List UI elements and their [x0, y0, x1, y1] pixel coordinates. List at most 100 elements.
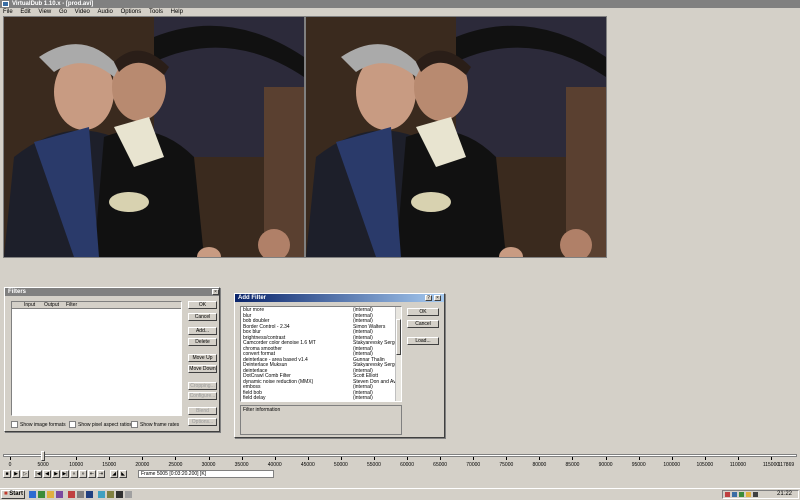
- taskbar-app-icon[interactable]: [77, 491, 84, 498]
- filter-catalog-row[interactable]: field delay (internal): [243, 395, 399, 401]
- ok-button[interactable]: OK: [407, 308, 439, 316]
- show-pixel-aspect-label: Show pixel aspect ratios: [78, 421, 132, 428]
- start-button[interactable]: ■ Start: [1, 490, 25, 499]
- timeline-tick: [373, 457, 375, 460]
- timeline-tick-label: 10000: [69, 462, 84, 468]
- window-title-bar: VirtualDub 1.10.x - [prod.avi]: [0, 0, 800, 8]
- timeline-tick: [407, 457, 409, 460]
- go-end-button[interactable]: ▶|: [61, 470, 69, 478]
- quicklaunch-folder-icon[interactable]: [47, 491, 54, 498]
- menu-help[interactable]: Help: [168, 8, 186, 16]
- mark-out-button[interactable]: ◣: [119, 470, 127, 478]
- tray-icon[interactable]: [739, 492, 744, 497]
- list-scrollbar[interactable]: [395, 307, 401, 401]
- ok-button[interactable]: OK: [188, 301, 217, 309]
- move-down-button[interactable]: Move Down: [188, 365, 217, 373]
- cancel-button[interactable]: Cancel: [407, 320, 439, 328]
- timeline-tick-label: 85000: [565, 462, 580, 468]
- menu-go[interactable]: Go: [56, 8, 70, 16]
- next-key-button[interactable]: »: [79, 470, 87, 478]
- timeline-end-label: 117869: [777, 462, 795, 468]
- show-pixel-aspect-checkbox[interactable]: Show pixel aspect ratios: [69, 421, 132, 428]
- timeline-tick: [175, 457, 177, 460]
- taskbar-app-icon[interactable]: [125, 491, 132, 498]
- add-filter-dialog: Add Filter ? × blur more (internal) blur (i…: [234, 293, 445, 438]
- menu-file[interactable]: File: [0, 8, 16, 16]
- timeline-tick-label: 40000: [267, 462, 282, 468]
- menu-options[interactable]: Options: [118, 8, 145, 16]
- timeline-track[interactable]: [3, 454, 797, 457]
- taskbar-app-icon[interactable]: [86, 491, 93, 498]
- timeline-thumb[interactable]: [41, 451, 46, 461]
- timeline-tick: [340, 457, 342, 460]
- play-input-button[interactable]: ▶: [12, 470, 20, 478]
- tray-icon[interactable]: [746, 492, 751, 497]
- prev-key-button[interactable]: «: [70, 470, 78, 478]
- menu-audio[interactable]: Audio: [95, 8, 116, 16]
- go-start-button[interactable]: |◀: [34, 470, 42, 478]
- menu-tools[interactable]: Tools: [146, 8, 166, 16]
- next-frame-button[interactable]: ▶: [52, 470, 60, 478]
- timeline-tick: [241, 457, 243, 460]
- checkbox-box: [69, 421, 76, 428]
- cancel-button[interactable]: Cancel: [188, 313, 217, 321]
- column-output[interactable]: Output: [44, 302, 59, 309]
- delete-button[interactable]: Delete: [188, 338, 217, 346]
- timeline-tick-label: 30000: [201, 462, 216, 468]
- timeline-tick-label: 90000: [598, 462, 613, 468]
- menu-video[interactable]: Video: [72, 8, 93, 16]
- filter-information-label: Filter information: [243, 407, 281, 413]
- taskbar-app-icon[interactable]: [68, 491, 75, 498]
- timeline-tick: [473, 457, 475, 460]
- prev-frame-button[interactable]: ◀: [43, 470, 51, 478]
- timeline-tick-label: 15000: [102, 462, 117, 468]
- menu-edit[interactable]: Edit: [17, 8, 33, 16]
- next-scene-button[interactable]: ⇥: [97, 470, 105, 478]
- filter-information-group: Filter information: [240, 405, 402, 435]
- blend-button[interactable]: Blend: [188, 407, 217, 415]
- taskbar-app-icon[interactable]: [98, 491, 105, 498]
- prev-scene-button[interactable]: ⇤: [88, 470, 96, 478]
- volume-icon[interactable]: [753, 492, 758, 497]
- tray-icon[interactable]: [725, 492, 730, 497]
- show-frame-rates-checkbox[interactable]: Show frame rates: [131, 421, 179, 428]
- taskbar-app-icon[interactable]: [116, 491, 123, 498]
- help-icon[interactable]: ?: [425, 295, 432, 301]
- checkbox-box: [11, 421, 18, 428]
- tray-icon[interactable]: [732, 492, 737, 497]
- quicklaunch-media-icon[interactable]: [56, 491, 63, 498]
- cropping-button[interactable]: Cropping...: [188, 382, 217, 390]
- options-button[interactable]: Options...: [188, 418, 217, 426]
- timeline-tick: [76, 457, 78, 460]
- timeline-tick-label: 65000: [433, 462, 448, 468]
- quicklaunch-desktop-icon[interactable]: [38, 491, 45, 498]
- virtualdub-app-icon: [2, 1, 9, 7]
- menu-view[interactable]: View: [35, 8, 54, 16]
- filter-list[interactable]: Input Output Filter: [11, 301, 182, 416]
- timeline-tick: [771, 457, 772, 460]
- clock[interactable]: 21:22: [777, 491, 792, 498]
- load-button[interactable]: Load...: [407, 337, 439, 345]
- timeline-tick: [10, 457, 11, 460]
- play-output-button[interactable]: ▷: [21, 470, 29, 478]
- timeline-tick: [208, 457, 210, 460]
- configure-button[interactable]: Configure...: [188, 392, 217, 400]
- column-filter[interactable]: Filter: [66, 302, 77, 309]
- scrollbar-thumb[interactable]: [396, 319, 401, 355]
- close-icon[interactable]: ×: [212, 289, 219, 295]
- filter-catalog-list[interactable]: blur more (internal) blur (internal) bob dou…: [240, 306, 402, 402]
- timeline-tick-label: 45000: [300, 462, 315, 468]
- quicklaunch-ie-icon[interactable]: [29, 491, 36, 498]
- column-input[interactable]: Input: [24, 302, 35, 309]
- show-image-formats-checkbox[interactable]: Show image formats: [11, 421, 66, 428]
- timeline-tick: [274, 457, 276, 460]
- mark-in-button[interactable]: ◢: [110, 470, 118, 478]
- taskbar-app-icon[interactable]: [107, 491, 114, 498]
- timeline-tick-label: 5000: [37, 462, 49, 468]
- add-filter-dialog-title: Add Filter: [238, 295, 266, 301]
- add-filter-button[interactable]: Add...: [188, 327, 217, 335]
- move-up-button[interactable]: Move Up: [188, 354, 217, 362]
- close-icon[interactable]: ×: [434, 295, 441, 301]
- stop-button[interactable]: ■: [3, 470, 11, 478]
- show-image-formats-label: Show image formats: [20, 421, 66, 428]
